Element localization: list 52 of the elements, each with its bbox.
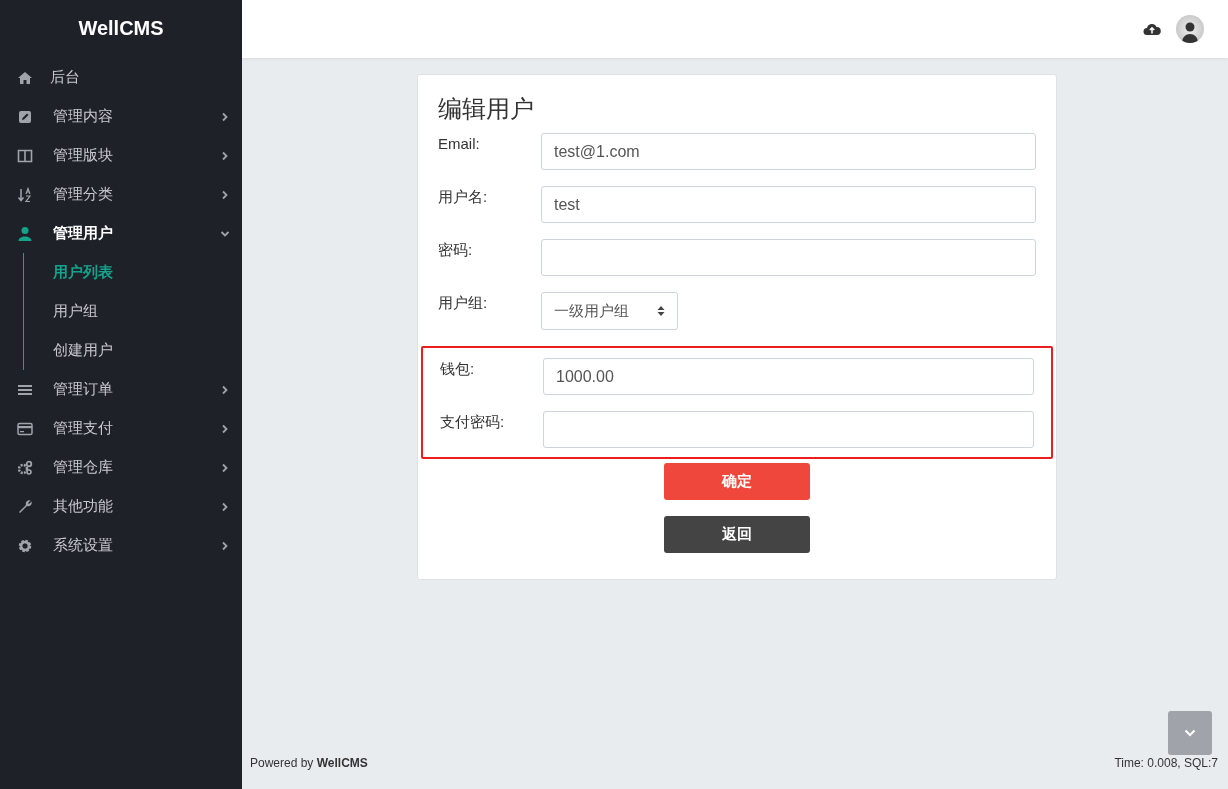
input-field[interactable]: test@1.com (541, 133, 1036, 170)
field-label: 支付密码: (440, 412, 506, 432)
user-group-select[interactable]: 一级用户组 (541, 292, 678, 330)
sidebar-item[interactable]: 管理用户 (0, 214, 242, 253)
sidebar-item[interactable]: 管理分类 (0, 175, 242, 214)
input-field[interactable] (541, 239, 1036, 276)
sidebar-item[interactable]: 管理支付 (0, 409, 242, 448)
form-title: 编辑用户 (438, 94, 535, 124)
page-stats: Time: 0.008, SQL:7 (1114, 756, 1218, 770)
input-field[interactable]: test (541, 186, 1036, 223)
sidebar-item[interactable]: 后台 (0, 58, 242, 97)
field-label: 用户名: (438, 187, 489, 207)
card-icon (17, 420, 33, 437)
field-label: Email: (438, 134, 481, 154)
sidebar-logo[interactable]: WellCMS (0, 0, 242, 58)
field-label: 密码: (438, 240, 474, 260)
chevron-icon (220, 462, 230, 473)
powered-by-text: Powered by WellCMS (250, 756, 368, 770)
gear-icon (17, 537, 33, 554)
back-button[interactable]: 返回 (664, 516, 810, 553)
sidebar-item[interactable]: 系统设置 (0, 526, 242, 565)
sort-arrows-icon (657, 305, 665, 317)
sidebar-item[interactable]: 管理版块 (0, 136, 242, 175)
sort-icon (17, 186, 33, 203)
sidebar-item[interactable]: 管理仓库 (0, 448, 242, 487)
avatar-icon[interactable] (1176, 15, 1204, 43)
user-icon (17, 225, 33, 242)
chevron-icon (220, 189, 230, 200)
home-icon (17, 69, 33, 86)
wrench-icon (17, 498, 33, 515)
chevron-icon (220, 150, 230, 161)
chevron-icon (220, 540, 230, 551)
field-label: 用户组: (438, 293, 489, 313)
submenu-item[interactable]: 用户组 (24, 292, 242, 331)
submenu-item[interactable]: 创建用户 (24, 331, 242, 370)
edit-icon (17, 108, 33, 125)
chevron-icon (220, 111, 230, 122)
chevron-down-icon (1184, 729, 1196, 737)
columns-icon (17, 147, 33, 164)
confirm-button[interactable]: 确定 (664, 463, 810, 500)
chevron-icon (220, 501, 230, 512)
scroll-button[interactable] (1168, 711, 1212, 755)
sidebar-item[interactable]: 管理内容 (0, 97, 242, 136)
sidebar-item[interactable]: 其他功能 (0, 487, 242, 526)
submenu-item[interactable]: 用户列表 (24, 253, 242, 292)
chevron-icon (220, 384, 230, 395)
cloud-upload-icon[interactable] (1143, 22, 1161, 36)
sidebar-item[interactable]: 管理订单 (0, 370, 242, 409)
field-label: 钱包: (440, 359, 476, 379)
chevron-icon (220, 423, 230, 434)
input-field[interactable]: 1000.00 (543, 358, 1034, 395)
input-field[interactable] (543, 411, 1034, 448)
